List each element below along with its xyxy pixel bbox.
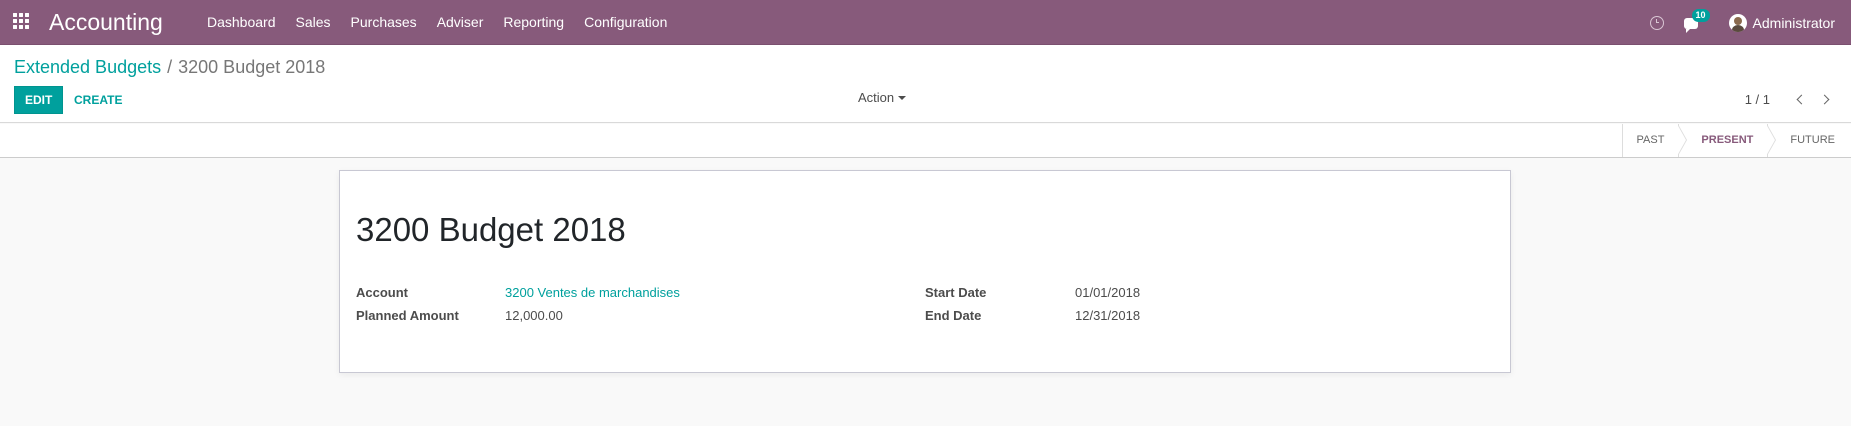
- planned-amount-value: 12,000.00: [505, 308, 563, 323]
- control-panel: Extended Budgets /3200 Budget 2018 EDIT C…: [0, 45, 1851, 123]
- planned-amount-label: Planned Amount: [356, 308, 459, 323]
- messaging-menu[interactable]: 10: [1683, 8, 1710, 33]
- apps-menu-icon[interactable]: [13, 13, 31, 31]
- account-label: Account: [356, 285, 408, 300]
- top-menu: Dashboard Sales Purchases Adviser Report…: [197, 0, 677, 45]
- stage-future-label: FUTURE: [1790, 134, 1835, 146]
- stage-past[interactable]: PAST: [1621, 123, 1688, 157]
- app-title[interactable]: Accounting: [49, 9, 163, 36]
- record-title: 3200 Budget 2018: [356, 211, 626, 248]
- action-label: Action: [858, 90, 895, 105]
- pager-value[interactable]: 1 / 1: [1745, 92, 1770, 107]
- stage-present-label: PRESENT: [1701, 134, 1754, 146]
- start-date-value: 01/01/2018: [1075, 285, 1141, 300]
- edit-button[interactable]: EDIT: [14, 86, 64, 114]
- account-value-link[interactable]: 3200 Ventes de marchandises: [505, 285, 680, 300]
- caret-down-icon: [898, 95, 907, 100]
- menu-item-sales[interactable]: Sales: [286, 0, 341, 45]
- chat-badge: 10: [1691, 8, 1710, 22]
- menu-item-configuration[interactable]: Configuration: [574, 0, 677, 45]
- stage-future[interactable]: FUTURE: [1767, 124, 1851, 157]
- stage-arrow-shape: [1766, 123, 1777, 156]
- statusbar: PAST PRESENT FUTURE: [0, 123, 1851, 158]
- main-navbar: Accounting Dashboard Sales Purchases Adv…: [0, 0, 1851, 45]
- user-menu[interactable]: Administrator: [1728, 13, 1835, 32]
- create-button[interactable]: CREATE: [64, 86, 132, 114]
- stage-selector: PAST PRESENT FUTURE: [1621, 123, 1851, 157]
- action-dropdown[interactable]: Action: [858, 90, 907, 105]
- chevron-right-icon: [1819, 94, 1830, 104]
- menu-item-adviser[interactable]: Adviser: [427, 0, 494, 45]
- activity-clock-icon[interactable]: [1649, 15, 1664, 30]
- user-name: Administrator: [1752, 14, 1835, 31]
- menu-item-reporting[interactable]: Reporting: [493, 0, 574, 45]
- breadcrumb: Extended Budgets /3200 Budget 2018: [14, 57, 325, 78]
- stage-past-label: PAST: [1636, 134, 1665, 146]
- start-date-label: Start Date: [925, 285, 987, 300]
- pager: 1 / 1: [1745, 89, 1836, 109]
- end-date-label: End Date: [925, 308, 982, 323]
- systray: 10 Administrator: [1649, 0, 1851, 45]
- menu-item-purchases[interactable]: Purchases: [341, 0, 427, 45]
- breadcrumb-extended-budgets[interactable]: Extended Budgets: [14, 57, 161, 77]
- form-sheet: 3200 Budget 2018 Account 3200 Ventes de …: [339, 170, 1511, 373]
- pager-previous-button[interactable]: [1790, 89, 1810, 109]
- breadcrumb-current: 3200 Budget 2018: [178, 57, 326, 77]
- end-date-value: 12/31/2018: [1075, 308, 1141, 323]
- avatar: [1728, 13, 1747, 32]
- chevron-left-icon: [1796, 94, 1807, 104]
- stage-arrow-shape: [1677, 123, 1688, 156]
- menu-item-dashboard[interactable]: Dashboard: [197, 0, 286, 45]
- stage-present[interactable]: PRESENT: [1678, 123, 1777, 157]
- breadcrumb-separator: /: [167, 57, 173, 77]
- pager-next-button[interactable]: [1816, 89, 1836, 109]
